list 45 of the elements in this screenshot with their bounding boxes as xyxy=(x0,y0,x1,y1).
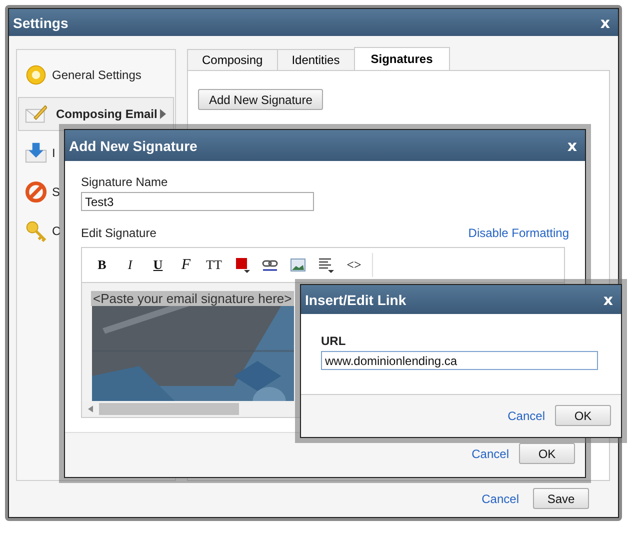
gear-icon xyxy=(25,64,47,86)
format-button[interactable]: B xyxy=(88,257,116,273)
sidebar-label: Composing Email xyxy=(56,107,158,121)
format-button[interactable]: TT xyxy=(200,257,228,273)
format-button[interactable]: U xyxy=(144,257,172,273)
cancel-link[interactable]: Cancel xyxy=(482,492,519,506)
dialog-title: Add New Signature xyxy=(69,138,198,154)
image-icon[interactable] xyxy=(290,257,306,273)
format-button[interactable]: <> xyxy=(340,257,368,273)
sidebar-item[interactable]: C xyxy=(52,224,61,238)
sidebar-item[interactable]: General Settings xyxy=(52,68,142,82)
dialog-title: Insert/Edit Link xyxy=(305,292,406,308)
format-button[interactable]: I xyxy=(116,257,144,273)
cancel-link[interactable]: Cancel xyxy=(472,446,509,460)
window-title: Settings xyxy=(13,14,68,30)
tab[interactable]: Signatures xyxy=(354,47,450,70)
url-field[interactable]: www.dominionlending.ca xyxy=(321,351,598,370)
no-entry-icon xyxy=(25,181,47,203)
align-icon[interactable] xyxy=(318,257,334,273)
ok-button[interactable]: OK xyxy=(555,405,611,426)
chevron-icon xyxy=(160,109,166,119)
signature-editor-field[interactable]: <Paste your email signature here> xyxy=(82,283,294,401)
field-label: URL xyxy=(321,334,347,348)
envelope-pencil-icon xyxy=(25,103,47,125)
close-button[interactable]: x xyxy=(567,136,577,154)
sidebar-item[interactable]: I xyxy=(52,146,56,160)
save-button[interactable]: Save xyxy=(533,488,589,509)
text-color-icon[interactable] xyxy=(234,257,250,273)
close-button[interactable]: x xyxy=(603,290,613,308)
signature-name-field[interactable]: Test3 xyxy=(81,192,314,211)
ok-button[interactable]: OK xyxy=(519,443,575,464)
sidebar-item[interactable]: Composing Email xyxy=(18,97,174,131)
close-button[interactable]: x xyxy=(600,14,610,32)
disable-formatting-link[interactable]: Disable Formatting xyxy=(468,226,569,240)
cancel-link[interactable]: Cancel xyxy=(508,408,545,422)
field-label: Edit Signature xyxy=(81,226,156,240)
scroll-left-icon[interactable] xyxy=(88,405,93,413)
key-icon xyxy=(25,220,47,242)
format-button[interactable]: F xyxy=(172,256,200,274)
field-label: Signature Name xyxy=(81,175,169,189)
tab[interactable]: Composing xyxy=(187,49,278,70)
sidebar-item[interactable]: S xyxy=(52,185,60,199)
envelope-arrow-icon xyxy=(25,142,47,164)
scroll-thumb[interactable] xyxy=(99,403,239,415)
add-signature-button[interactable]: Add New Signature xyxy=(198,89,324,110)
